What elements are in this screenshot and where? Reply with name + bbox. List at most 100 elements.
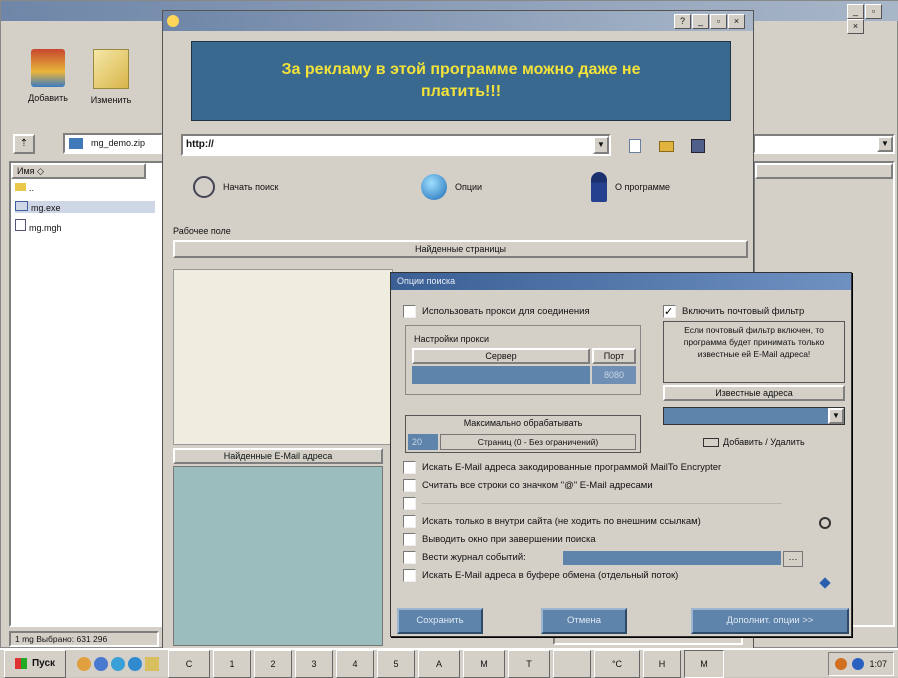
url-dropdown-icon[interactable]: ▼ (593, 136, 609, 154)
edit-doc-icon (93, 49, 129, 89)
quicklaunch-icon[interactable] (94, 656, 108, 671)
add-remove-button[interactable]: Добавить / Удалить (703, 433, 851, 451)
port-input[interactable]: 8080 (592, 366, 636, 384)
option-show-window[interactable]: Выводить окно при завершении поиска (403, 531, 823, 549)
task-button[interactable]: Н (643, 649, 681, 678)
close-icon[interactable]: × (728, 14, 745, 29)
quicklaunch-icon[interactable] (145, 656, 159, 671)
mail-filter-label: Включить почтовый фильтр (682, 306, 805, 317)
cancel-label: Отмена (566, 615, 602, 626)
task-button[interactable]: 3 (295, 649, 333, 678)
option-at-lines[interactable]: Считать все строки со значком "@" E-Mail… (403, 477, 823, 495)
save-disk-icon[interactable] (691, 139, 705, 153)
start-button[interactable]: Пуск (4, 649, 66, 678)
checkbox[interactable] (403, 568, 416, 582)
edit-button[interactable]: Изменить (81, 43, 141, 123)
column-header-name[interactable]: Имя ◇ (11, 163, 146, 179)
address-input[interactable]: mg_demo.zip (63, 133, 163, 154)
checkbox[interactable] (403, 532, 416, 546)
task-button[interactable] (553, 649, 591, 678)
select-arrow-icon[interactable]: ▼ (828, 408, 844, 424)
magnifier-icon (193, 176, 215, 198)
help-icon[interactable]: ? (674, 14, 691, 29)
task-button[interactable]: 4 (336, 649, 374, 678)
folder-icon (69, 138, 83, 149)
app-titlebar[interactable] (163, 11, 753, 31)
option-encrypter[interactable]: Искать E-Mail адреса закодированные прог… (403, 459, 823, 477)
option-disabled[interactable] (403, 495, 823, 513)
found-pages-header: Найденные страницы (173, 240, 748, 258)
max-process-note: Страниц (0 - Без ограничений) (440, 434, 636, 450)
task-button[interactable]: 2 (254, 649, 292, 678)
option-log[interactable]: Вести журнал событий: … (403, 549, 823, 567)
dropdown-arrow-icon[interactable]: ▼ (877, 136, 893, 152)
minimize-icon[interactable]: _ (847, 4, 864, 19)
cancel-button[interactable]: Отмена (541, 608, 627, 634)
option-internal-only[interactable]: Искать только в внутри сайта (не ходить … (403, 513, 823, 531)
right-address-input[interactable] (753, 134, 895, 154)
maximize-icon[interactable]: ▫ (865, 4, 882, 19)
list-item[interactable]: mg.exe (15, 201, 155, 213)
task-button[interactable]: Т (508, 649, 550, 678)
disabled-line (422, 502, 782, 504)
start-search-button[interactable]: Начать поиск (193, 167, 343, 207)
about-label: О программе (615, 182, 671, 192)
tray-icon[interactable] (852, 657, 865, 670)
quicklaunch-icon[interactable] (77, 656, 91, 671)
checkbox[interactable] (403, 478, 416, 492)
task-label: Н (658, 658, 666, 669)
taskbar: Пуск С 1 2 3 4 5 А М Т °С Н М 1:07 (0, 648, 898, 678)
option-clipboard[interactable]: Искать E-Mail адреса в буфере обмена (от… (403, 567, 823, 585)
task-button[interactable]: С (168, 649, 210, 678)
max-process-group: Максимально обрабатывать 20 Страниц (0 -… (405, 415, 641, 453)
task-button[interactable]: М (463, 649, 505, 678)
checkbox[interactable] (403, 496, 416, 510)
new-file-icon[interactable] (629, 139, 641, 153)
minimize-icon[interactable]: _ (692, 14, 709, 29)
mail-filter-note: Если почтовый фильтр включен, то програм… (683, 325, 825, 359)
tray-icon[interactable] (835, 657, 848, 670)
maximize-icon[interactable]: ▫ (710, 14, 727, 29)
about-button[interactable]: О программе (591, 167, 741, 207)
task-label: 5 (393, 658, 399, 669)
dialog-titlebar[interactable]: Опции поиска (391, 273, 851, 290)
checkbox[interactable] (403, 550, 416, 564)
log-path-input[interactable] (563, 551, 781, 565)
quicklaunch-icon[interactable] (111, 656, 125, 671)
workfield-label: Рабочее поле (173, 226, 231, 236)
task-button[interactable]: 5 (377, 649, 415, 678)
options-button[interactable]: Опции (421, 167, 541, 207)
mail-filter-checkbox[interactable]: Включить почтовый фильтр (663, 303, 849, 321)
found-emails-list (173, 466, 383, 646)
close-icon[interactable]: × (847, 19, 864, 34)
save-label: Сохранить (416, 615, 464, 626)
browse-icon[interactable]: … (783, 551, 803, 567)
option-label: Искать E-Mail адреса закодированные прог… (422, 462, 722, 473)
task-button[interactable]: 1 (213, 649, 251, 678)
more-options-button[interactable]: Дополнит. опции >> (691, 608, 849, 634)
checkbox-checked[interactable] (663, 303, 676, 321)
server-input[interactable] (412, 366, 590, 384)
dialog-title: Опции поиска (397, 276, 456, 286)
save-button[interactable]: Сохранить (397, 608, 483, 634)
ad-banner[interactable]: За рекламу в этой программе можно даже н… (191, 41, 731, 121)
quicklaunch-icon[interactable] (128, 656, 142, 671)
task-button[interactable]: °С (594, 649, 640, 678)
checkbox[interactable] (403, 304, 416, 318)
up-folder-button[interactable]: ⇡ (13, 134, 35, 154)
max-process-input[interactable]: 20 (408, 434, 438, 450)
url-input[interactable]: http:// (181, 134, 611, 156)
checkbox[interactable] (403, 514, 416, 528)
task-button[interactable]: А (418, 649, 460, 678)
list-item[interactable]: mg.mgh (15, 219, 62, 233)
open-folder-icon[interactable] (659, 141, 674, 152)
checkbox[interactable] (403, 460, 416, 474)
search-small-icon[interactable] (819, 517, 831, 529)
task-button-active[interactable]: М (684, 649, 724, 678)
file-name: mg.mgh (29, 223, 62, 233)
list-item[interactable]: .. (15, 183, 34, 193)
known-addresses-select[interactable] (663, 407, 845, 425)
add-button[interactable]: Добавить (23, 43, 73, 123)
use-proxy-checkbox[interactable]: Использовать прокси для соединения (403, 303, 648, 321)
option-label: Вести журнал событий: (422, 552, 526, 563)
